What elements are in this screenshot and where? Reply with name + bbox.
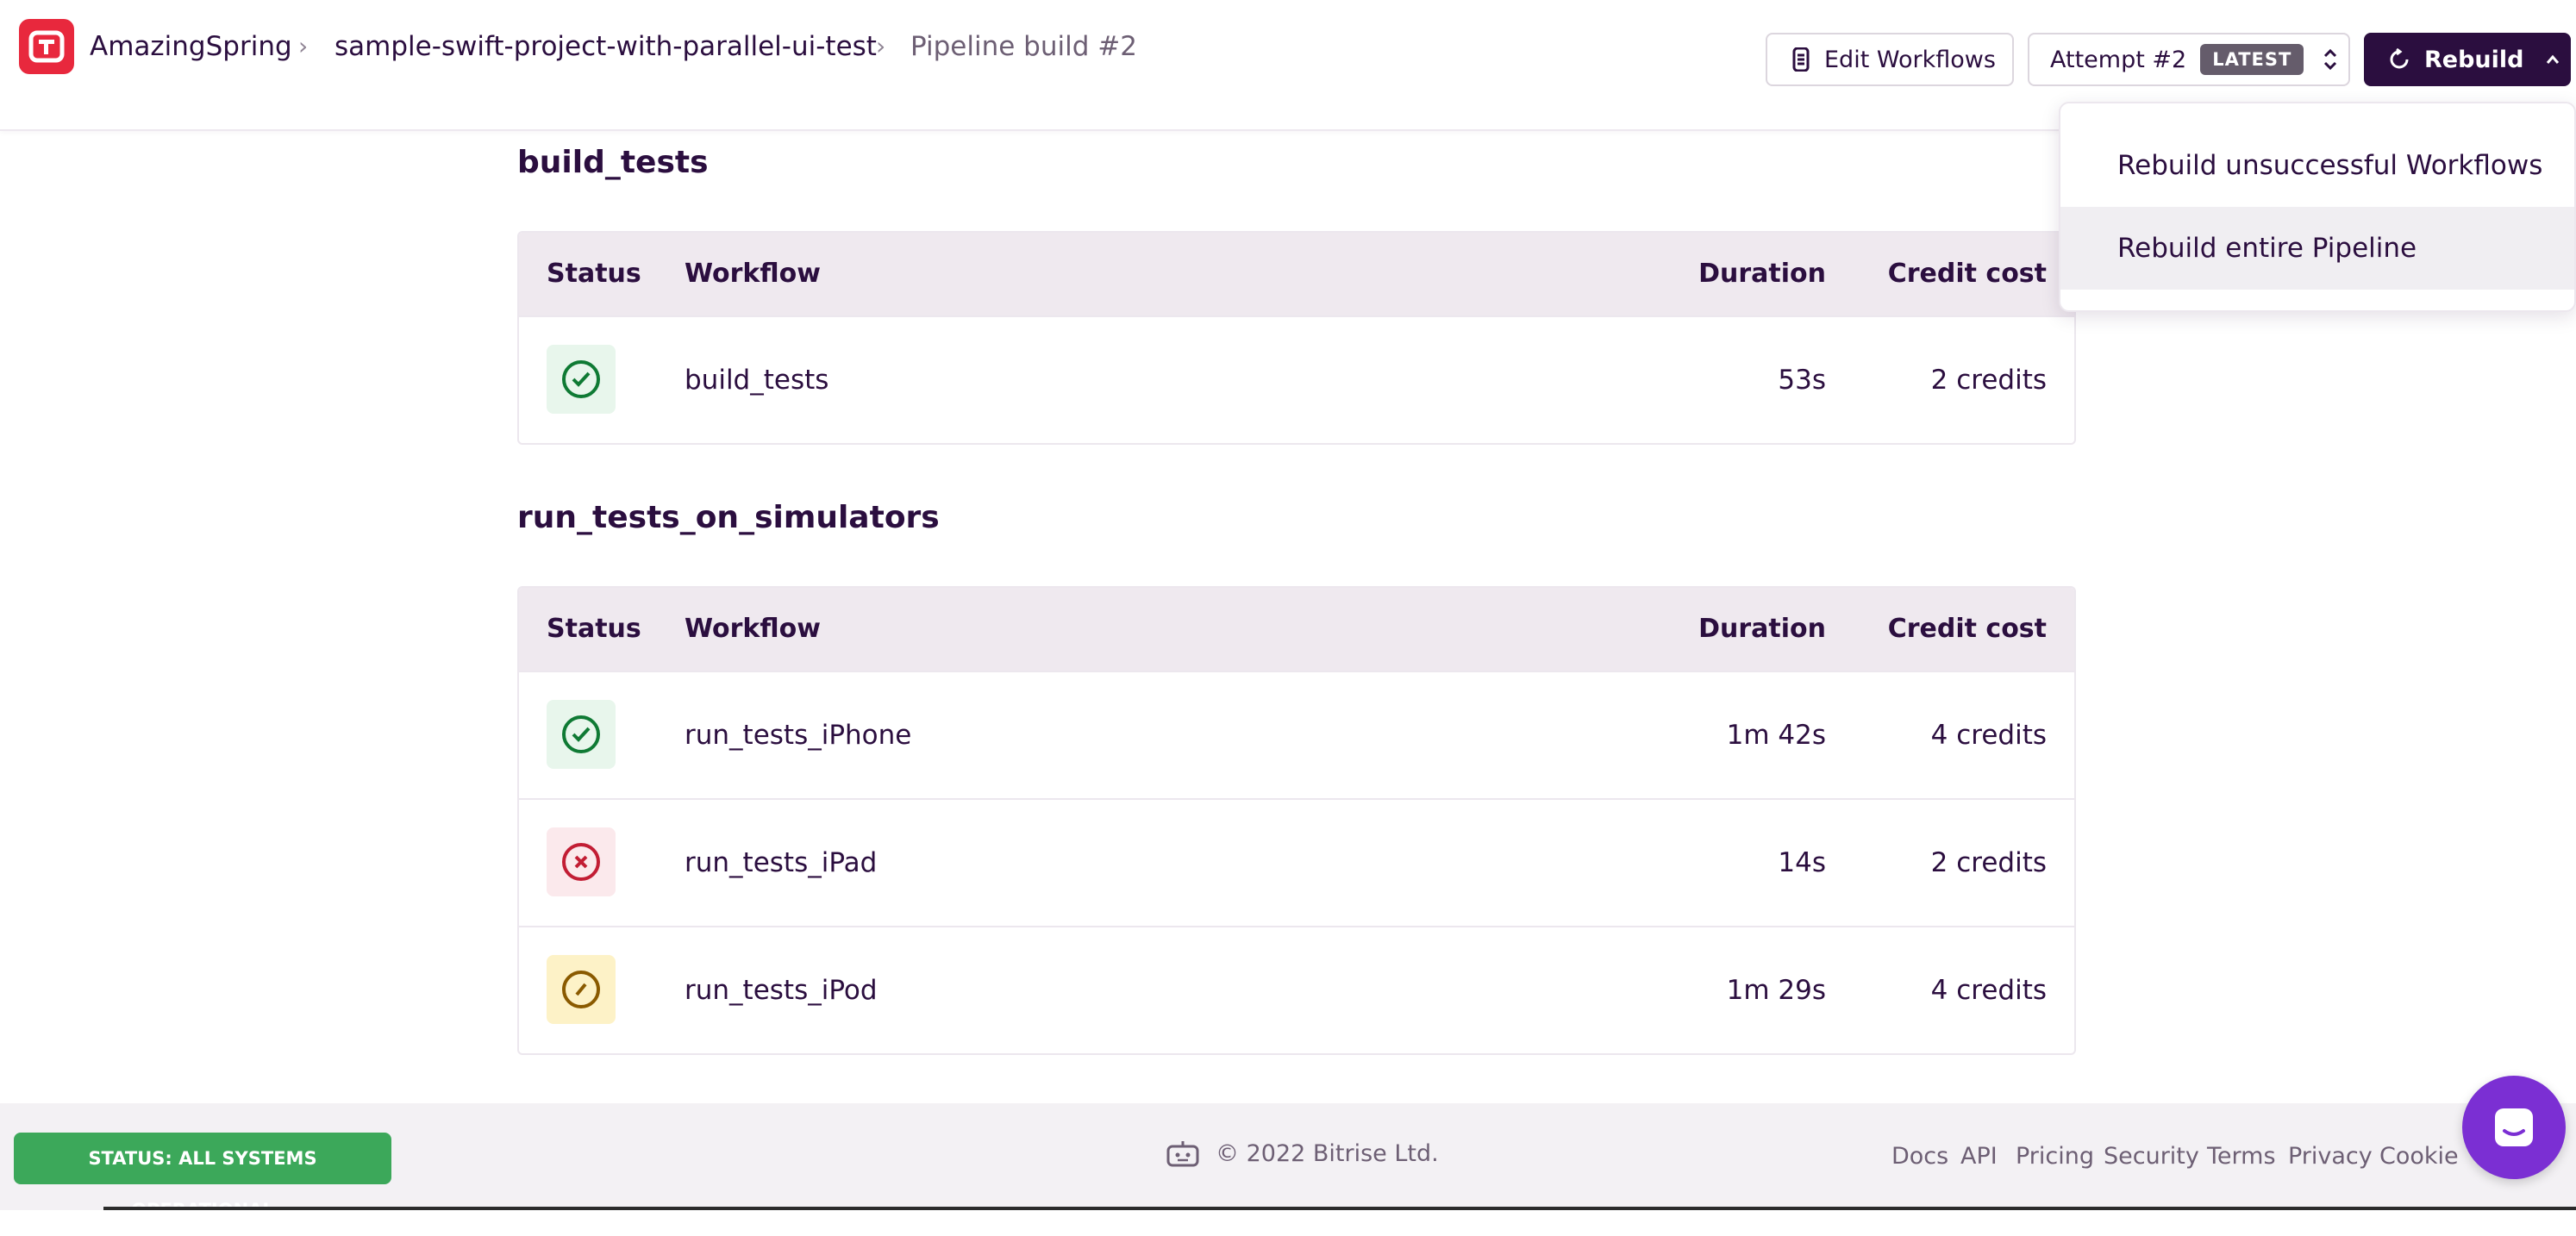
footer-link-api[interactable]: API xyxy=(1960,1143,1998,1170)
up-down-chevron-icon xyxy=(2323,47,2338,72)
column-credit-cost: Credit cost xyxy=(1887,614,2047,644)
table-row[interactable]: run_tests_iPod 1m 29s 4 credits xyxy=(519,926,2074,1053)
table-header: Status Workflow Duration Credit cost xyxy=(519,233,2074,315)
stage-table: Status Workflow Duration Credit cost bui… xyxy=(517,231,2076,445)
chat-icon[interactable] xyxy=(2462,1076,2566,1179)
breadcrumb-separator: › xyxy=(876,32,886,60)
footer-link-pricing[interactable]: Pricing xyxy=(2016,1143,2094,1170)
copyright: © 2022 Bitrise Ltd. xyxy=(1166,1139,1439,1167)
footer-link-terms[interactable]: Terms xyxy=(2207,1143,2276,1170)
breadcrumb-separator: › xyxy=(298,32,309,60)
workflow-duration: 1m 29s xyxy=(1726,975,1826,1006)
system-status-badge[interactable]: STATUS: ALL SYSTEMS OPERATIONAL xyxy=(14,1133,391,1220)
rebuild-unsuccessful-workflows[interactable]: Rebuild unsuccessful Workflows xyxy=(2060,124,2574,207)
column-status: Status xyxy=(547,259,641,289)
x-circle-icon xyxy=(547,827,616,896)
breadcrumb-current: Pipeline build #2 xyxy=(910,31,1137,62)
workflow-cost: 4 credits xyxy=(1930,720,2047,751)
column-credit-cost: Credit cost xyxy=(1887,259,2047,289)
workflow-name[interactable]: run_tests_iPad xyxy=(685,800,877,926)
breadcrumb-app[interactable]: AmazingSpring xyxy=(90,26,292,67)
table-row[interactable]: run_tests_iPhone 1m 42s 4 credits xyxy=(519,671,2074,798)
rebuild-button[interactable]: Rebuild xyxy=(2364,33,2571,86)
edit-workflows-label: Edit Workflows xyxy=(1824,46,1996,73)
stage-title: run_tests_on_simulators xyxy=(517,500,940,535)
stage-table: Status Workflow Duration Credit cost run… xyxy=(517,586,2076,1055)
slash-circle-icon xyxy=(547,955,616,1024)
window-edge xyxy=(103,1207,2576,1210)
workflow-name[interactable]: run_tests_iPhone xyxy=(685,672,911,798)
column-workflow: Workflow xyxy=(685,259,821,289)
workflow-duration: 14s xyxy=(1778,847,1826,878)
table-header: Status Workflow Duration Credit cost xyxy=(519,588,2074,671)
column-duration: Duration xyxy=(1698,259,1826,289)
workflow-duration: 1m 42s xyxy=(1726,720,1826,751)
workflow-cost: 4 credits xyxy=(1930,975,2047,1006)
check-circle-icon xyxy=(547,345,616,414)
footer-link-cookie[interactable]: Cookie xyxy=(2379,1143,2459,1170)
edit-workflows-button[interactable]: Edit Workflows xyxy=(1766,33,2014,86)
workflow-cost: 2 credits xyxy=(1930,847,2047,878)
table-row[interactable]: run_tests_iPad 14s 2 credits xyxy=(519,798,2074,926)
bitrise-bot-icon xyxy=(1166,1139,1200,1167)
rebuild-label: Rebuild xyxy=(2424,46,2524,73)
workflow-editor-icon xyxy=(1791,47,1810,72)
latest-badge: LATEST xyxy=(2200,44,2304,75)
column-duration: Duration xyxy=(1698,614,1826,644)
column-status: Status xyxy=(547,614,641,644)
stage-title: build_tests xyxy=(517,145,709,180)
workflow-name[interactable]: build_tests xyxy=(685,317,828,443)
column-workflow: Workflow xyxy=(685,614,821,644)
rebuild-entire-pipeline[interactable]: Rebuild entire Pipeline xyxy=(2060,207,2574,290)
footer-link-docs[interactable]: Docs xyxy=(1891,1143,1948,1170)
refresh-icon xyxy=(2388,48,2410,71)
attempt-selector[interactable]: Attempt #2 LATEST xyxy=(2028,33,2350,86)
workflow-name[interactable]: run_tests_iPod xyxy=(685,927,878,1053)
bitrise-logo[interactable] xyxy=(19,19,74,74)
workflow-cost: 2 credits xyxy=(1930,365,2047,396)
footer-link-privacy[interactable]: Privacy xyxy=(2288,1143,2373,1170)
breadcrumb-project[interactable]: sample-swift-project-with-parallel-ui-te… xyxy=(335,26,877,67)
footer-link-security[interactable]: Security xyxy=(2104,1143,2199,1170)
check-circle-icon xyxy=(547,700,616,769)
chevron-up-icon xyxy=(2545,54,2560,65)
rebuild-menu: Rebuild unsuccessful Workflows Rebuild e… xyxy=(2059,102,2576,312)
footer: STATUS: ALL SYSTEMS OPERATIONAL © 2022 B… xyxy=(0,1103,2576,1220)
table-row[interactable]: build_tests 53s 2 credits xyxy=(519,315,2074,443)
workflow-duration: 53s xyxy=(1778,365,1826,396)
attempt-label: Attempt #2 xyxy=(2050,46,2187,73)
copyright-text: © 2022 Bitrise Ltd. xyxy=(1216,1139,1439,1167)
